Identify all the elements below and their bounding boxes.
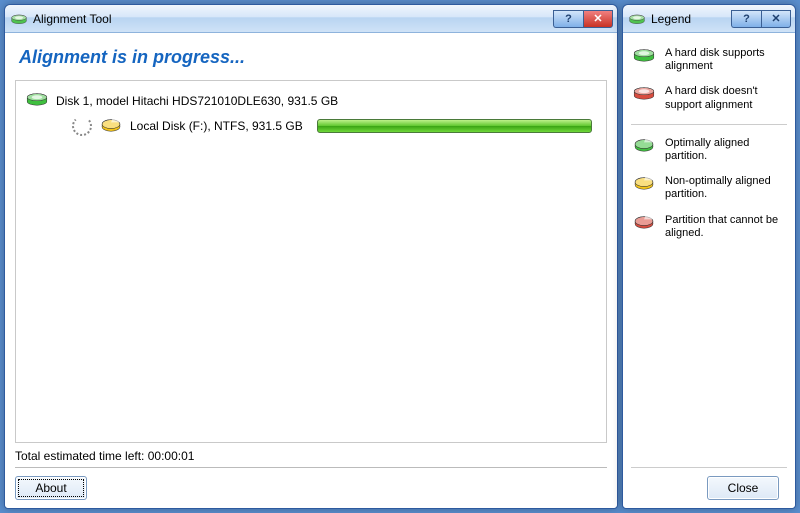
legend-item: A hard disk supports alignment bbox=[631, 43, 787, 77]
main-close-button[interactable]: ✕ bbox=[583, 10, 613, 28]
legend-window: Legend ? ✕ A hard disk supports alignmen… bbox=[622, 4, 796, 509]
disk-panel: Disk 1, model Hitachi HDS721010DLE630, 9… bbox=[15, 80, 607, 443]
legend-window-title: Legend bbox=[651, 12, 725, 26]
legend-titlebar[interactable]: Legend ? ✕ bbox=[623, 5, 795, 33]
main-help-button[interactable]: ? bbox=[553, 10, 583, 28]
disk-label: Disk 1, model Hitachi HDS721010DLE630, 9… bbox=[56, 94, 338, 108]
partition-label: Local Disk (F:), NTFS, 931.5 GB bbox=[130, 119, 303, 133]
legend-separator bbox=[631, 124, 787, 125]
close-button[interactable]: Close bbox=[707, 476, 779, 500]
partition-yellow-icon bbox=[100, 117, 122, 136]
legend-item: Optimally aligned partition. bbox=[631, 133, 787, 167]
legend-item: Partition that cannot be aligned. bbox=[631, 210, 787, 244]
progress-bar bbox=[317, 119, 592, 133]
legend-item-text: A hard disk doesn't support alignment bbox=[665, 85, 787, 111]
status-text: Total estimated time left: 00:00:01 bbox=[5, 443, 617, 465]
legend-list: A hard disk supports alignment A hard dis… bbox=[623, 33, 795, 254]
legend-item: A hard disk doesn't support alignment bbox=[631, 81, 787, 115]
progress-heading: Alignment is in progress... bbox=[5, 33, 617, 74]
main-titlebar[interactable]: Alignment Tool ? ✕ bbox=[5, 5, 617, 33]
part-yellow-icon bbox=[631, 175, 657, 191]
legend-x-button[interactable]: ✕ bbox=[761, 10, 791, 28]
spinner-icon bbox=[72, 116, 92, 136]
app-icon bbox=[11, 11, 27, 27]
disk-green-icon bbox=[631, 47, 657, 63]
legend-body: A hard disk supports alignment A hard dis… bbox=[623, 33, 795, 508]
part-green-icon bbox=[631, 137, 657, 153]
legend-app-icon bbox=[629, 11, 645, 27]
legend-help-button[interactable]: ? bbox=[731, 10, 761, 28]
main-window-title: Alignment Tool bbox=[33, 12, 547, 26]
legend-item-text: A hard disk supports alignment bbox=[665, 47, 787, 73]
about-button[interactable]: About bbox=[15, 476, 87, 500]
legend-item-text: Partition that cannot be aligned. bbox=[665, 214, 787, 240]
legend-item-text: Optimally aligned partition. bbox=[665, 137, 787, 163]
main-footer: About bbox=[15, 467, 607, 500]
legend-item: Non-optimally aligned partition. bbox=[631, 171, 787, 205]
legend-footer: Close bbox=[631, 467, 787, 508]
part-red-icon bbox=[631, 214, 657, 230]
alignment-tool-window: Alignment Tool ? ✕ Alignment is in progr… bbox=[4, 4, 618, 509]
disk-row: Disk 1, model Hitachi HDS721010DLE630, 9… bbox=[16, 81, 606, 114]
legend-item-text: Non-optimally aligned partition. bbox=[665, 175, 787, 201]
disk-green-icon bbox=[26, 91, 48, 110]
disk-red-icon bbox=[631, 85, 657, 101]
partition-row: Local Disk (F:), NTFS, 931.5 GB bbox=[16, 114, 606, 140]
